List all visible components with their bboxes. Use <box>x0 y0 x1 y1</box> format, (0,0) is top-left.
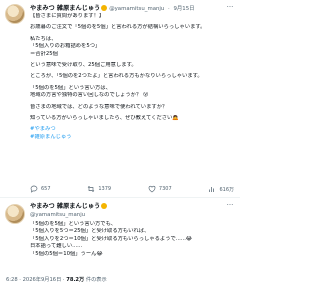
tweet-line: 「5個のを5個」という言い方は、 <box>30 84 111 91</box>
tweet-reply[interactable]: やまみつ 雑原まんじゅう @yamamitsu_manju ··· 「5個のを5… <box>0 198 240 288</box>
tweet-line: 日本語って難しい...... <box>30 243 83 250</box>
retweet-button[interactable]: 1379 <box>87 185 111 193</box>
tweet-actions: 657 1379 7307 616万 <box>30 184 234 194</box>
tweet-line: 知っている方がいらっしゃいましたら、ぜひ教えてください🙇 <box>30 115 179 122</box>
view-count: 78.2万 <box>66 277 85 283</box>
retweet-count: 1379 <box>98 186 112 192</box>
tweet-line: 【皆さまに質問があります！】 <box>30 13 105 19</box>
tweet-text: 「5個のを5個」という言い方でも、 「5個入りを5つ＝25個」と受け取る方もいれ… <box>30 221 234 258</box>
avatar[interactable] <box>5 204 25 224</box>
more-icon[interactable]: ··· <box>224 201 236 211</box>
avatar[interactable] <box>5 4 25 24</box>
tweet-line: 皆さまの地域では、どのような意味で使われていますか？ <box>30 103 168 110</box>
tweet-text: 【皆さまに質問があります！】 お歳暮のご注文で「5個のを5個」と言われる方が結構… <box>30 13 234 141</box>
tweet-line: 「5個入りを5つ＝25個」と受け取る方もいれば、 <box>30 228 150 235</box>
like-count: 7307 <box>158 186 172 192</box>
views-count: 616万 <box>219 186 234 193</box>
more-icon[interactable]: ··· <box>224 3 236 13</box>
reply-icon <box>30 185 38 193</box>
author-name[interactable]: やまみつ 雑原まんじゅう <box>30 5 100 12</box>
reply-button[interactable]: 657 <box>30 185 51 193</box>
tweet-line: ところが、「5個のを2つたよ」と言われる方もかなりいらっしゃいます。 <box>30 73 203 80</box>
like-icon <box>148 185 156 193</box>
tweet-date[interactable]: 9月15日 <box>173 6 194 12</box>
tweet-line: 「5個入りのお箱詰めを5つ」 <box>30 43 101 50</box>
hashtag-link[interactable]: #やまみつ <box>30 126 234 133</box>
verified-icon <box>101 5 108 11</box>
tweet-line: お歳暮のご注文で「5個のを5個」と言われる方が結構いらっしゃいます。 <box>30 24 206 31</box>
views-button[interactable]: 616万 <box>208 185 234 193</box>
retweet-icon <box>88 186 95 192</box>
tweet-timestamp[interactable]: 6:28 · 2026年9月16日 <box>6 277 61 283</box>
tweet-line: ＝合計25個 <box>30 50 58 57</box>
author-handle[interactable]: @yamamitsu_manju <box>109 6 164 12</box>
hashtag-link[interactable]: #雑原まんじゅう <box>30 134 234 141</box>
view-count-label: 件の表示 <box>85 277 107 283</box>
tweet-line: 「5個入りを2つ＝10個」と受け取る方もいらっしゃるようで......😂 <box>30 235 193 242</box>
tweet-line: という意味で受け取り、25個ご用意します。 <box>30 62 137 69</box>
tweet-main[interactable]: やまみつ 雑原まんじゅう @yamamitsu_manju · 9月15日 ···… <box>0 0 240 198</box>
like-button[interactable]: 7307 <box>148 185 172 193</box>
author-name[interactable]: やまみつ 雑原まんじゅう <box>30 203 100 210</box>
views-icon <box>209 187 215 192</box>
tweet-meta: 6:28 · 2026年9月16日 · 78.2万 件の表示 <box>6 277 107 283</box>
tweet-line: 「5個のを5個」という言い方でも、 <box>30 221 117 227</box>
reply-count: 657 <box>41 186 51 192</box>
tweet-line: 「5個の5個＝10個」うーん😂 <box>30 250 103 257</box>
tweet-line: 私たちは、 <box>30 35 57 42</box>
tweet-line: 地域の方言や独特の言い回しなのでしょうか？ 😮 <box>30 92 149 99</box>
verified-icon <box>101 203 108 209</box>
author-handle[interactable]: @yamamitsu_manju <box>30 211 85 219</box>
